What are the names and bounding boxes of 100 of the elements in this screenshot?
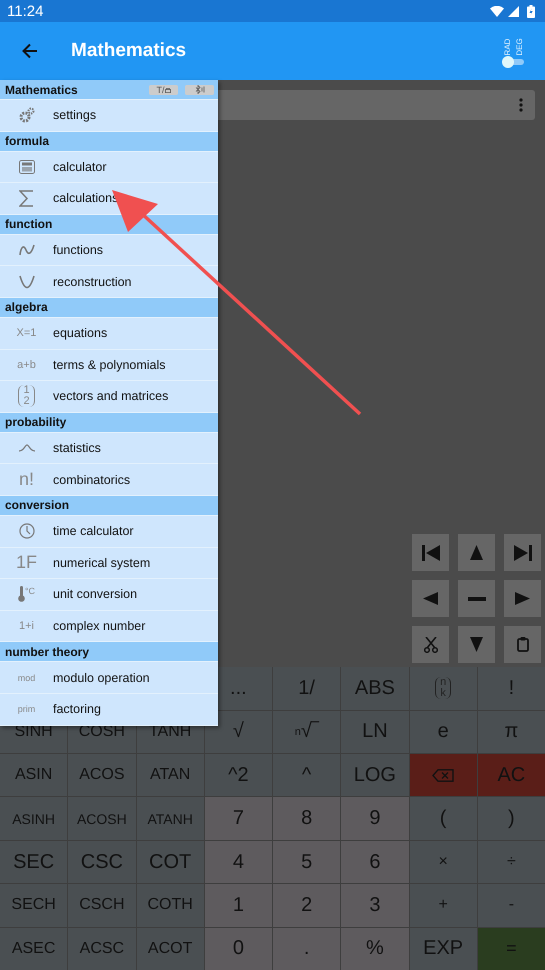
drawer-item[interactable]: calculator <box>0 152 218 184</box>
section-header: number theory <box>5 644 90 659</box>
calculator-key[interactable]: LOG <box>341 754 408 796</box>
drawer-title: Mathematics <box>5 82 79 96</box>
calculator-key[interactable]: ACOS <box>68 754 136 796</box>
down-triangle-icon <box>470 637 483 652</box>
calculator-key[interactable]: COT <box>136 840 204 884</box>
calculator-key[interactable]: 6 <box>341 840 408 884</box>
calculator-key[interactable]: ÷ <box>478 840 545 884</box>
angle-mode-switch[interactable] <box>504 59 524 65</box>
celsius-label: °C <box>24 586 36 596</box>
calculator-key[interactable]: LN <box>341 710 408 754</box>
symbol-label: 1F <box>16 552 37 574</box>
drawer-item[interactable]: mod modulo operation <box>0 662 218 694</box>
more-options-icon[interactable] <box>519 98 523 112</box>
sigma-icon <box>19 190 34 207</box>
drawer-item[interactable]: prim factoring <box>0 694 218 726</box>
symbol-label: 1+i <box>19 620 34 632</box>
thermometer-icon <box>18 586 25 602</box>
status-time: 11:24 <box>7 2 44 20</box>
calculator-key[interactable]: CSC <box>68 840 136 884</box>
drawer-item[interactable]: statistics <box>0 432 218 464</box>
skip-back-icon <box>422 544 440 561</box>
calculator-key[interactable]: + <box>410 884 477 927</box>
calculator-key[interactable]: √ <box>204 710 272 754</box>
symbol-label: n! <box>18 469 34 490</box>
calculator-key[interactable]: ATAN <box>136 754 204 796</box>
app-title: Mathematics <box>71 40 188 62</box>
calculator-key[interactable]: e <box>410 710 477 754</box>
calculator-key[interactable]: COTH <box>136 884 204 927</box>
drawer-item[interactable]: X=1 equations <box>0 318 218 350</box>
calculator-key[interactable]: 8 <box>273 797 340 840</box>
drawer-item[interactable]: time calculator <box>0 516 218 548</box>
section-header: function <box>5 217 54 232</box>
symbol-label: mod <box>18 672 36 683</box>
nth-root-key[interactable]: $^{n}$√‾ <box>273 710 340 754</box>
cursor-key[interactable] <box>412 626 449 664</box>
wave-icon <box>18 244 34 256</box>
calculator-key[interactable]: 7 <box>204 797 272 840</box>
calculator-key[interactable]: SECH <box>0 884 68 927</box>
calculator-key[interactable]: ASINH <box>0 797 68 840</box>
calculator-key[interactable]: π <box>478 710 545 754</box>
gears-icon <box>18 107 34 124</box>
calculator-key[interactable]: 1 <box>204 884 272 927</box>
cursor-key[interactable] <box>504 626 541 664</box>
drawer-item[interactable]: °C unit conversion <box>0 579 218 611</box>
cursor-key[interactable] <box>504 580 541 618</box>
scissors-icon <box>424 636 438 653</box>
skip-forward-icon <box>514 544 532 561</box>
calculator-key[interactable]: 4 <box>204 840 272 884</box>
back-arrow-icon[interactable] <box>22 43 38 59</box>
cursor-key[interactable] <box>458 534 495 572</box>
parabola-icon <box>18 274 34 289</box>
calculator-key[interactable]: 9 <box>341 797 408 840</box>
section-header: formula <box>5 134 50 148</box>
clock-icon <box>18 523 34 540</box>
calculator-key[interactable]: ^ <box>273 754 340 796</box>
calculator-key[interactable]: SEC <box>0 840 68 884</box>
calculator-key[interactable]: 0 <box>204 928 272 970</box>
calculator-key[interactable]: ACOT <box>136 928 204 970</box>
calculator-key[interactable]: = <box>478 928 545 970</box>
calculator-key[interactable]: ABS <box>341 667 408 710</box>
calculator-key[interactable]: ^2 <box>204 754 272 796</box>
calculator-key[interactable]: CSCH <box>68 884 136 927</box>
calculator-key[interactable]: 1/ <box>273 667 340 710</box>
cursor-key[interactable] <box>458 580 495 618</box>
calculator-key[interactable]: - <box>478 884 545 927</box>
right-triangle-icon <box>515 592 530 606</box>
calculator-key[interactable]: ATANH <box>136 797 204 840</box>
signal-icon <box>508 6 519 16</box>
calculator-key[interactable]: . <box>273 928 340 970</box>
calculator-key[interactable]: ACOSH <box>68 797 136 840</box>
section-header: algebra <box>5 300 49 314</box>
calculator-key[interactable]: AC <box>478 754 545 796</box>
left-triangle-icon <box>423 592 438 606</box>
calculator-key[interactable]: ASIN <box>0 754 68 796</box>
cursor-key[interactable] <box>458 626 495 664</box>
drawer-item[interactable]: 1F numerical system <box>0 548 218 580</box>
section-header: conversion <box>5 498 70 512</box>
calculator-key[interactable]: EXP <box>410 928 477 970</box>
calculator-key[interactable]: 3 <box>341 884 408 927</box>
calculator-key[interactable]: ACSC <box>68 928 136 970</box>
calculator-key[interactable]: × <box>410 840 477 884</box>
text-lock-badge[interactable]: T/ <box>149 84 178 94</box>
cursor-key[interactable] <box>504 534 541 572</box>
cursor-key[interactable] <box>412 580 449 618</box>
calculator-key[interactable]: 2 <box>273 884 340 927</box>
cursor-key[interactable] <box>412 534 449 572</box>
calculator-key[interactable]: ! <box>478 667 545 710</box>
symbol-label: X=1 <box>16 327 36 340</box>
clipboard-icon <box>516 637 528 652</box>
drawer-item[interactable]: a+b terms & polynomials <box>0 350 218 382</box>
calculator-key[interactable]: ASEC <box>0 928 68 970</box>
calculator-key[interactable]: ) <box>478 797 545 840</box>
calculator-key[interactable]: 5 <box>273 840 340 884</box>
calculator-key[interactable]: ( <box>410 797 477 840</box>
bluetooth-badge[interactable] <box>185 84 214 94</box>
calculator-key[interactable]: % <box>341 928 408 970</box>
minus-icon <box>468 596 486 601</box>
drawer-item[interactable]: functions <box>0 234 218 266</box>
